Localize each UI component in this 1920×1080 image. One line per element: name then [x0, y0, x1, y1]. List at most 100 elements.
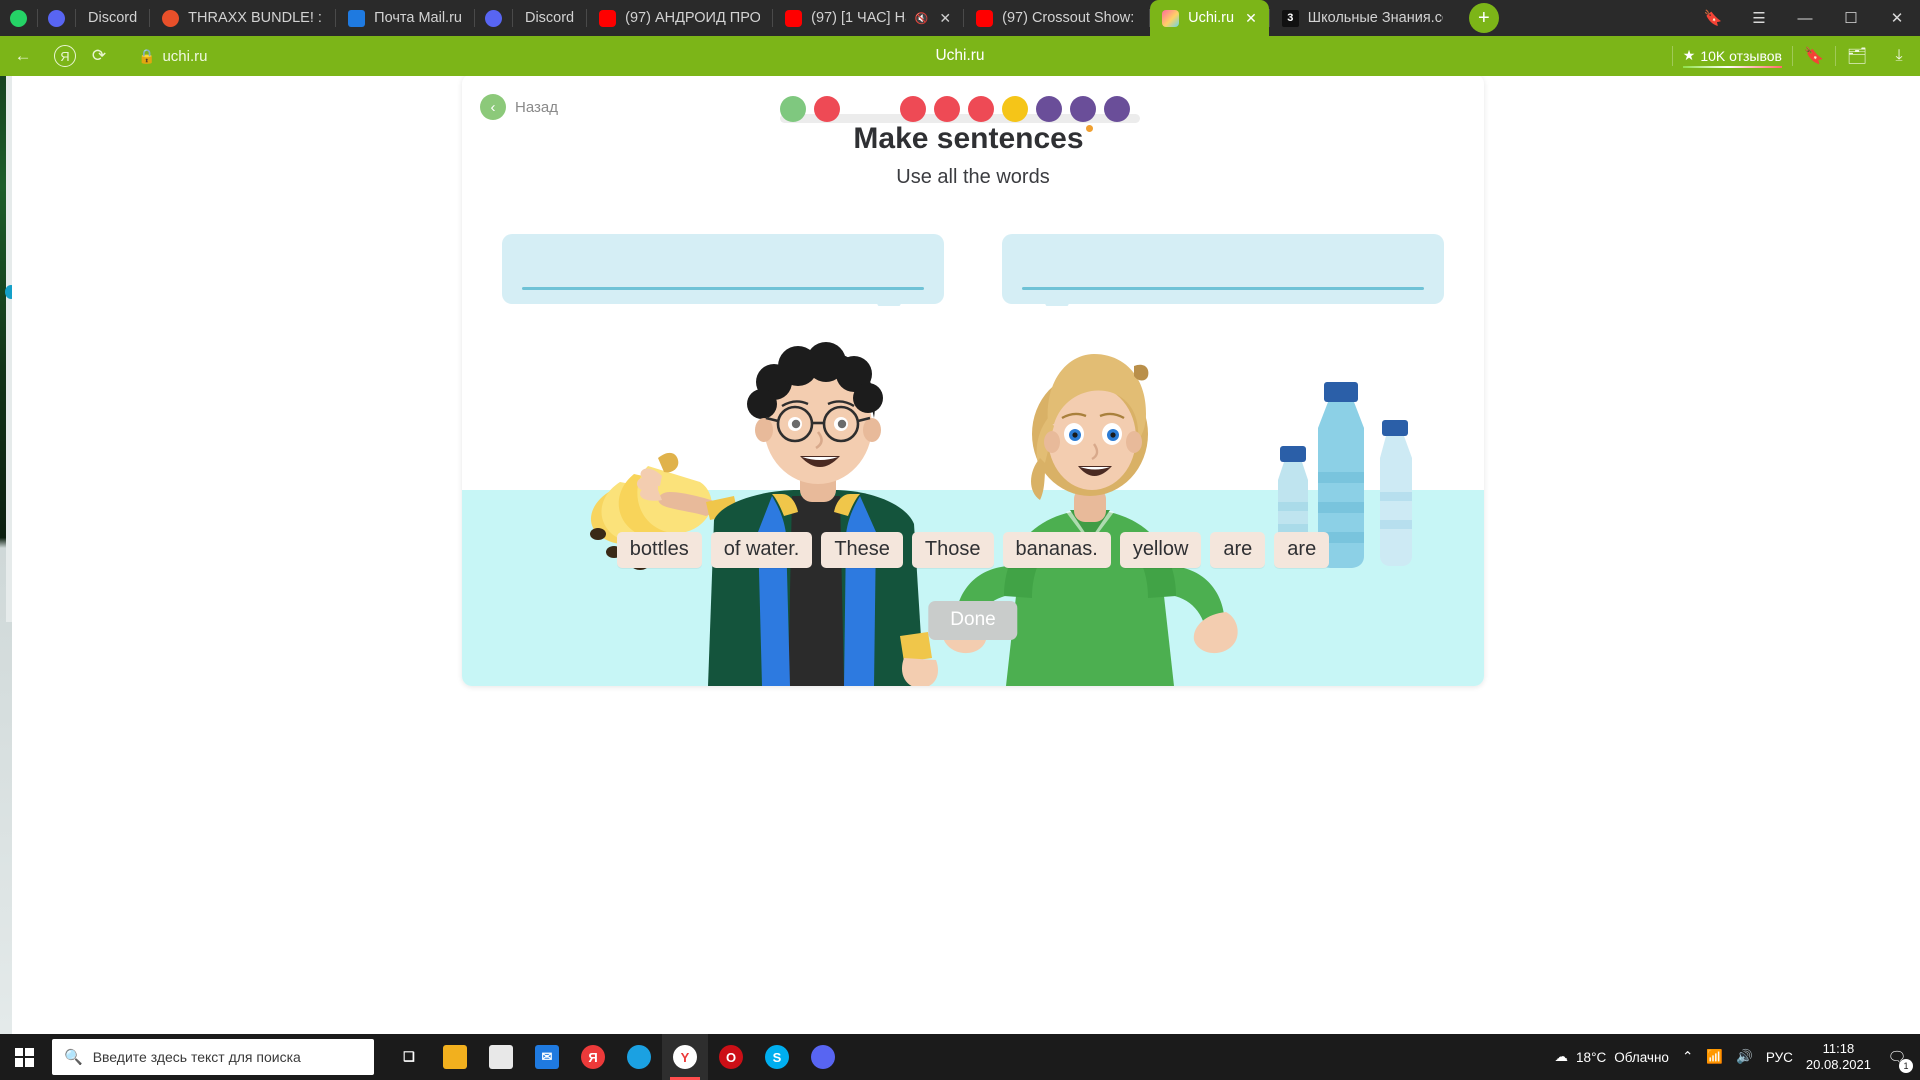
browser-tab[interactable]: THRAXX BUNDLE! : Dr: [150, 0, 335, 36]
taskbar-search[interactable]: 🔍 Введите здесь текст для поиска: [52, 1039, 374, 1075]
tab-close-icon[interactable]: ✕: [1245, 10, 1257, 27]
tab-strip: Discord THRAXX BUNDLE! : Dr Почта Mail.ru D…: [0, 0, 1920, 36]
taskbar-mail-icon[interactable]: ✉: [524, 1034, 570, 1080]
reviews-badge[interactable]: ★ 10K отзывов: [1673, 44, 1792, 68]
discord-glyph: [811, 1045, 835, 1069]
word-chip[interactable]: bananas.: [1002, 532, 1111, 568]
wifi-icon[interactable]: 📶: [1706, 1049, 1723, 1065]
browser-tab[interactable]: 3 Школьные Знания.co: [1270, 0, 1455, 36]
word-chip[interactable]: of water.: [710, 532, 813, 568]
tab-title: Uchi.ru: [1188, 10, 1235, 26]
word-chip[interactable]: These: [821, 532, 903, 568]
tab-title: (97) Crossout Show: H: [1002, 10, 1138, 26]
bookmark-icon[interactable]: 🔖: [1690, 0, 1736, 36]
word-chip[interactable]: yellow: [1119, 532, 1202, 568]
taskbar-discord-icon[interactable]: [800, 1034, 846, 1080]
illustration-scene: bottles of water. These Those bananas. yellow…: [462, 306, 1484, 686]
back-button[interactable]: ‹ Назад: [480, 94, 558, 120]
new-tab-button[interactable]: +: [1468, 3, 1499, 33]
progress-dot: [1036, 96, 1062, 122]
language-indicator[interactable]: РУС: [1766, 1050, 1793, 1065]
back-label: Назад: [515, 98, 558, 116]
browser-tab[interactable]: Почта Mail.ru: [336, 0, 474, 36]
taskbar-microsoft-edge-icon[interactable]: [616, 1034, 662, 1080]
word-chip[interactable]: are: [1210, 532, 1266, 568]
word-chip[interactable]: Those: [911, 532, 994, 568]
answer-underline-left: [522, 287, 924, 290]
discord-favicon-icon: [48, 9, 65, 27]
menu-icon[interactable]: ☰: [1736, 0, 1782, 36]
browser-tab[interactable]: Uchi.ru ✕: [1150, 0, 1269, 36]
download-icon[interactable]: ⤓: [1878, 36, 1920, 76]
browser-tab[interactable]: (97) АНДРОИД ПРОТ: [587, 0, 772, 36]
tab-title: Discord: [524, 10, 575, 26]
star-icon: ★: [1682, 47, 1696, 63]
tab-close-icon[interactable]: ✕: [939, 10, 951, 27]
minimize-button[interactable]: —: [1782, 0, 1828, 36]
start-button[interactable]: [0, 1034, 48, 1080]
browser-tab[interactable]: Discord: [76, 0, 149, 36]
title-text: Make sentences: [853, 122, 1084, 155]
clock[interactable]: 11:18 20.08.2021: [1806, 1041, 1871, 1074]
browser-tab[interactable]: Discord: [513, 0, 586, 36]
progress-indicator: [780, 96, 1140, 124]
page-title: Make sentences: [462, 122, 1484, 156]
browser-tab[interactable]: [475, 0, 512, 36]
maximize-button[interactable]: ☐: [1828, 0, 1874, 36]
word-chip[interactable]: bottles: [616, 532, 702, 568]
temperature-label: 18°C: [1576, 1049, 1607, 1065]
yandex-app-glyph: Y: [673, 1045, 697, 1069]
browser-tab[interactable]: (97) [1 ЧАС] Нат 🔇 ✕: [773, 0, 963, 36]
lesson-card: ‹ Назад Make sentences Use all the words: [462, 76, 1484, 686]
opera-glyph: O: [719, 1045, 743, 1069]
volume-icon[interactable]: 🔊: [1736, 1049, 1753, 1065]
taskbar-yandex-browser-icon[interactable]: Я: [570, 1034, 616, 1080]
window-controls: 🔖 ☰ — ☐ ✕: [1690, 0, 1920, 36]
browser-tab[interactable]: [38, 0, 75, 36]
cloud-icon: ☁: [1554, 1049, 1569, 1064]
clock-time: 11:18: [1822, 1040, 1855, 1056]
collections-icon[interactable]: 🗂: [1836, 36, 1878, 76]
yandex-browser-glyph: Я: [581, 1045, 605, 1069]
url-text[interactable]: uchi.ru: [162, 48, 207, 65]
search-placeholder: Введите здесь текст для поиска: [92, 1049, 301, 1065]
yandex-icon[interactable]: Я: [54, 45, 76, 67]
reviews-label: 10K отзывов: [1700, 47, 1782, 64]
progress-dot: [1002, 96, 1028, 122]
progress-dot: [780, 96, 806, 122]
weather-widget[interactable]: ☁ 18°C Облачно: [1555, 1049, 1669, 1065]
taskbar-opera-icon[interactable]: O: [708, 1034, 754, 1080]
browser-window: Discord THRAXX BUNDLE! : Dr Почта Mail.ru D…: [0, 0, 1920, 1034]
answer-bubble-right[interactable]: [1002, 234, 1444, 324]
discord-favicon-icon: [484, 9, 502, 27]
taskbar-task-view-icon[interactable]: ❏: [386, 1034, 432, 1080]
taskbar-microsoft-store-icon[interactable]: [478, 1034, 524, 1080]
reload-icon[interactable]: ⟳: [82, 39, 116, 73]
screen: Discord THRAXX BUNDLE! : Dr Почта Mail.ru D…: [0, 0, 1920, 1080]
taskbar-file-explorer-icon[interactable]: [432, 1034, 478, 1080]
page-subtitle: Use all the words: [896, 166, 1050, 188]
browser-tab[interactable]: (97) Crossout Show: H: [964, 0, 1149, 36]
close-button[interactable]: ✕: [1874, 0, 1920, 36]
bookmark-icon[interactable]: 🔖: [1793, 36, 1835, 76]
taskbar-skype-icon[interactable]: S: [754, 1034, 800, 1080]
notifications-button[interactable]: 🗨 1: [1884, 1044, 1913, 1073]
word-chip[interactable]: are: [1274, 532, 1330, 568]
tab-title: THRAXX BUNDLE! : Dr: [188, 10, 323, 26]
done-button[interactable]: Done: [928, 601, 1018, 640]
answer-underline-right: [1022, 287, 1424, 290]
progress-dot: [814, 96, 840, 122]
taskbar-yandex-app-icon[interactable]: Y: [662, 1034, 708, 1080]
progress-dot: [1070, 96, 1096, 122]
windows-logo-icon: [14, 1047, 34, 1067]
show-hidden-icons-chevron-icon[interactable]: ⌃: [1682, 1049, 1693, 1065]
answer-bubble-left[interactable]: [502, 234, 944, 324]
search-icon: 🔍: [64, 1049, 83, 1066]
back-icon[interactable]: ←: [6, 39, 40, 73]
browser-tab[interactable]: [0, 0, 37, 36]
word-chip-list: bottles of water. These Those bananas. yellow…: [462, 532, 1484, 568]
tab-title: (97) [1 ЧАС] Нат: [811, 10, 906, 26]
title-accent-dot: [1085, 125, 1093, 132]
tab-mute-icon[interactable]: 🔇: [915, 12, 929, 25]
windows-taskbar: 🔍 Введите здесь текст для поиска ❏ ✉ Я Y O S …: [0, 1034, 1920, 1080]
